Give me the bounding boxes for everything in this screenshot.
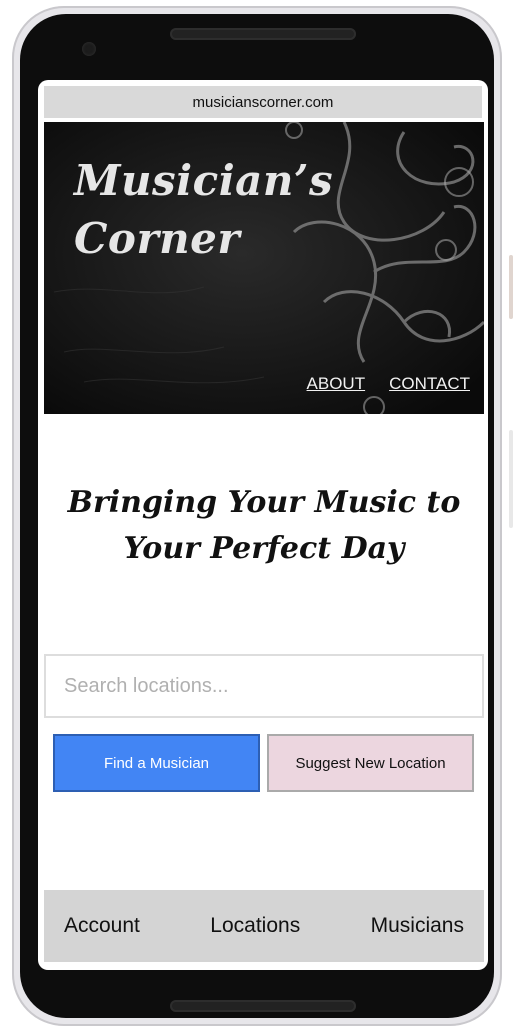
power-button xyxy=(509,255,513,319)
hero-banner: Musician’s Corner ABOUT CONTACT xyxy=(44,122,484,414)
url-text: musicianscorner.com xyxy=(192,93,334,111)
phone-screen: musicianscorner.com Musician’s Corner AB… xyxy=(38,80,488,970)
top-nav: ABOUT CONTACT xyxy=(307,374,470,394)
site-logo[interactable]: Musician’s Corner xyxy=(74,152,333,268)
url-bar[interactable]: musicianscorner.com xyxy=(44,86,482,118)
find-musician-button[interactable]: Find a Musician xyxy=(53,734,260,792)
suggest-location-label: Suggest New Location xyxy=(295,754,446,772)
speaker-top xyxy=(170,28,356,40)
page-tagline: Bringing Your Music to Your Perfect Day xyxy=(44,480,484,572)
nav-about-link[interactable]: ABOUT xyxy=(307,374,366,394)
bottom-nav-account[interactable]: Account xyxy=(64,914,140,938)
bottom-nav-musicians[interactable]: Musicians xyxy=(371,914,464,938)
suggest-location-button[interactable]: Suggest New Location xyxy=(267,734,474,792)
search-locations-input[interactable] xyxy=(44,654,484,718)
nav-contact-link[interactable]: CONTACT xyxy=(389,374,470,394)
bottom-nav: Account Locations Musicians xyxy=(44,890,484,962)
logo-line-1: Musician’s xyxy=(74,156,334,205)
volume-button xyxy=(509,430,513,528)
tagline-line-2: Your Perfect Day xyxy=(123,531,405,566)
camera-icon xyxy=(82,42,96,56)
tagline-line-1: Bringing Your Music to xyxy=(67,485,461,520)
bottom-nav-locations[interactable]: Locations xyxy=(210,914,300,938)
speaker-bottom xyxy=(170,1000,356,1012)
logo-line-2: Corner xyxy=(74,214,240,263)
find-musician-label: Find a Musician xyxy=(103,754,210,772)
